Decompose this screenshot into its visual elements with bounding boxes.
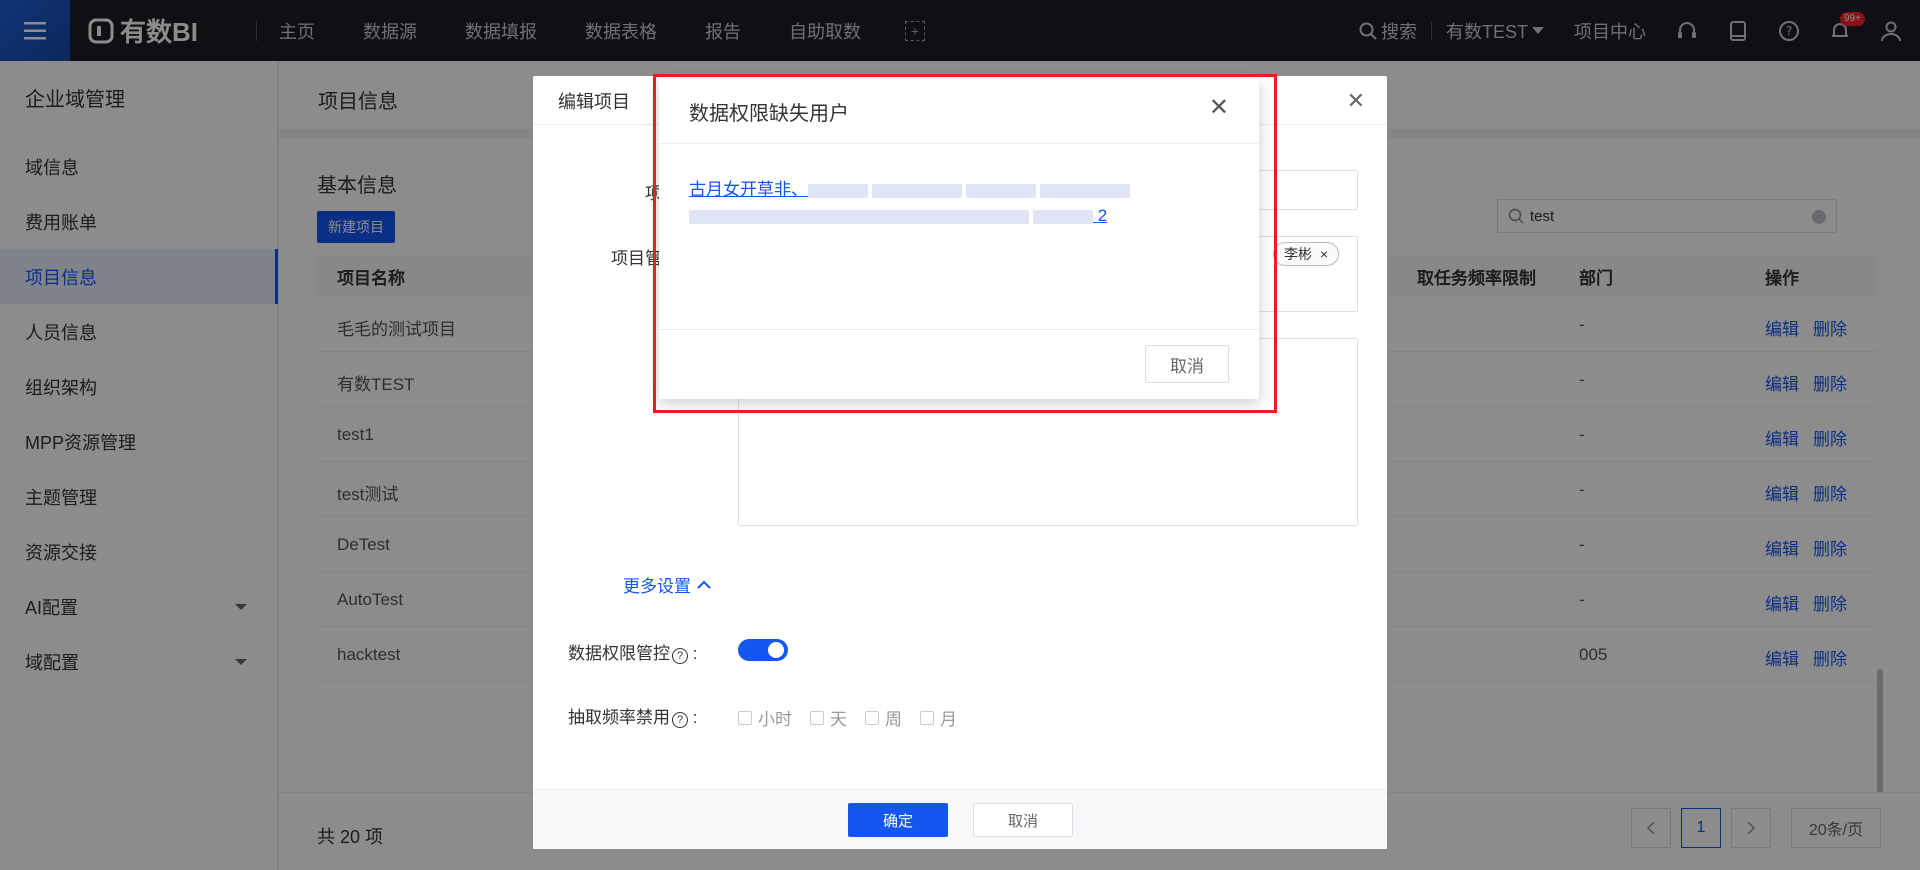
- label-data-permission: 数据权限管控? :: [568, 644, 698, 664]
- checkbox-label: 小时: [758, 710, 792, 729]
- label-freq-ban: 抽取频率禁用? :: [568, 708, 698, 728]
- user-tag-label: 李彬: [1284, 246, 1312, 262]
- confirm-button[interactable]: 确定: [848, 803, 948, 837]
- more-settings-toggle[interactable]: 更多设置: [623, 572, 711, 597]
- label-data-permission-text: 数据权限管控: [568, 644, 670, 663]
- edit-dialog-title: 编辑项目: [558, 92, 630, 112]
- checkbox-week[interactable]: 周: [865, 705, 902, 730]
- checkbox-label: 月: [940, 710, 957, 729]
- help-icon[interactable]: ?: [672, 648, 688, 664]
- checkbox-box: [810, 710, 824, 725]
- checkbox-month[interactable]: 月: [920, 705, 957, 730]
- chevron-up-icon: [697, 580, 711, 589]
- cancel-button[interactable]: 取消: [973, 803, 1073, 837]
- freq-ban-checkboxes: 小时 天 周 月: [738, 705, 957, 730]
- checkbox-day[interactable]: 天: [810, 705, 847, 730]
- checkbox-box: [920, 710, 934, 725]
- checkbox-label: 天: [830, 710, 847, 729]
- edit-dialog-footer: 确定 取消: [533, 789, 1387, 849]
- checkbox-box: [865, 710, 879, 725]
- checkbox-box: [738, 710, 752, 725]
- label-freq-ban-text: 抽取频率禁用: [568, 708, 670, 727]
- help-icon[interactable]: ?: [672, 712, 688, 728]
- tag-close-icon[interactable]: ×: [1320, 246, 1328, 262]
- checkbox-label: 周: [885, 710, 902, 729]
- more-settings-label: 更多设置: [623, 577, 691, 596]
- user-tag: 李彬 ×: [1273, 242, 1340, 266]
- checkbox-hour[interactable]: 小时: [738, 705, 792, 730]
- highlight-frame: [653, 74, 1277, 413]
- data-permission-switch[interactable]: [738, 639, 788, 661]
- close-icon[interactable]: ✕: [1347, 88, 1365, 114]
